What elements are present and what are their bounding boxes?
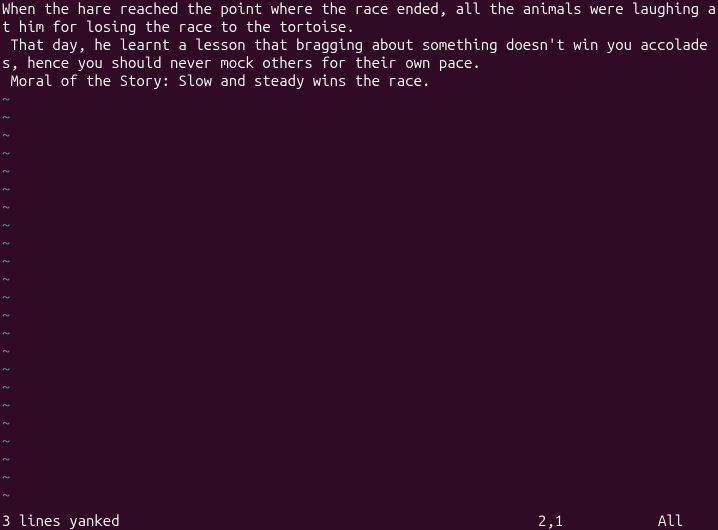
empty-line-tilde: ~ (0, 468, 718, 486)
empty-line-tilde: ~ (0, 342, 718, 360)
empty-line-tilde: ~ (0, 144, 718, 162)
empty-line-tilde: ~ (0, 252, 718, 270)
empty-line-tilde: ~ (0, 306, 718, 324)
empty-line-tilde: ~ (0, 198, 718, 216)
empty-line-tilde: ~ (0, 270, 718, 288)
empty-line-tilde: ~ (0, 360, 718, 378)
empty-line-tilde: ~ (0, 180, 718, 198)
empty-line-tilde: ~ (0, 234, 718, 252)
empty-line-tilde: ~ (0, 450, 718, 468)
empty-line-tilde: ~ (0, 378, 718, 396)
empty-line-tilde: ~ (0, 486, 718, 504)
empty-line-tilde: ~ (0, 108, 718, 126)
text-line: When the hare reached the point where th… (0, 0, 718, 36)
text-line: Moral of the Story: Slow and steady wins… (0, 72, 718, 90)
text-line: That day, he learnt a lesson that braggi… (0, 36, 718, 72)
cursor-position: 2,1 (538, 512, 658, 530)
empty-line-tilde: ~ (0, 324, 718, 342)
editor-buffer[interactable]: When the hare reached the point where th… (0, 0, 718, 504)
status-message: 3 lines yanked (2, 512, 538, 530)
empty-line-tilde: ~ (0, 396, 718, 414)
empty-line-tilde: ~ (0, 216, 718, 234)
empty-line-tilde: ~ (0, 288, 718, 306)
empty-line-tilde: ~ (0, 162, 718, 180)
empty-line-tilde: ~ (0, 126, 718, 144)
empty-line-tilde: ~ (0, 432, 718, 450)
empty-line-tilde: ~ (0, 90, 718, 108)
scroll-position: All (658, 512, 718, 530)
empty-line-tilde: ~ (0, 414, 718, 432)
status-bar: 3 lines yanked 2,1 All (0, 512, 718, 530)
